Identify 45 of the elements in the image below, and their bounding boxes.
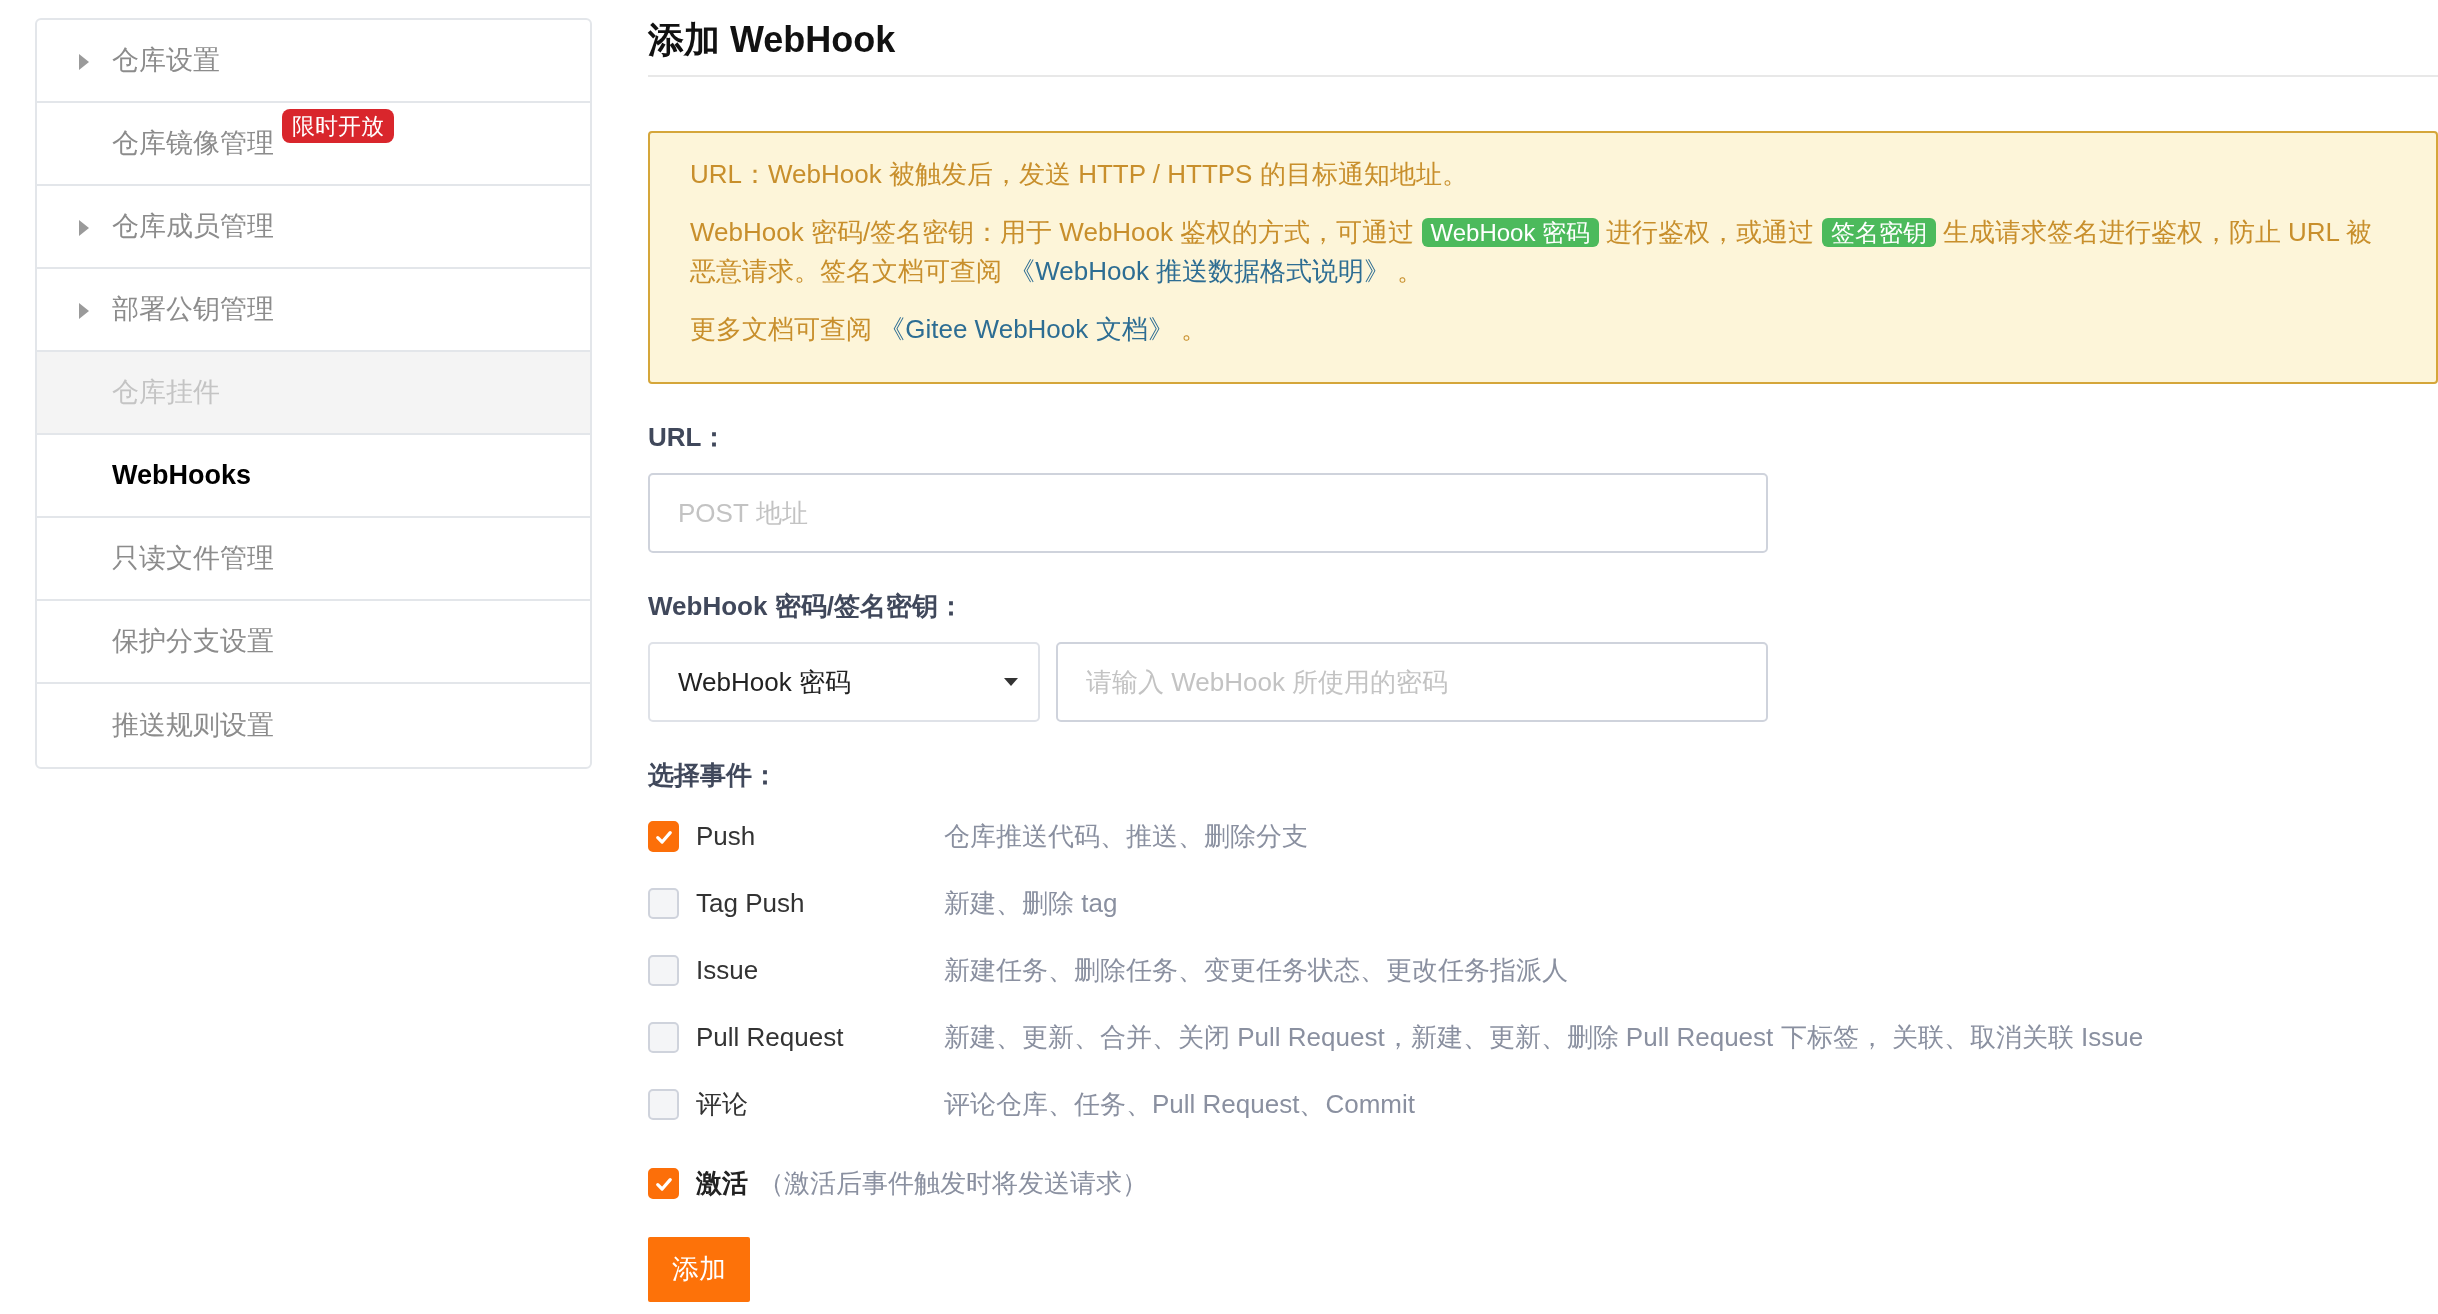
- caret-icon[interactable]: [79, 54, 89, 70]
- password-field[interactable]: 请输入 WebHook 所使用的密码: [1056, 642, 1768, 723]
- badge-label: 限时开放: [282, 109, 394, 143]
- checkbox[interactable]: [648, 1089, 679, 1121]
- page-title: 添加 WebHook: [648, 18, 2438, 78]
- activate-label: 激活: [696, 1167, 748, 1201]
- checkbox[interactable]: [648, 821, 679, 853]
- checkbox[interactable]: [648, 1168, 679, 1200]
- caret-icon: [1004, 678, 1018, 687]
- sidebar-item[interactable]: 仓库成员管理: [37, 186, 590, 269]
- checkbox[interactable]: [648, 888, 679, 920]
- tag-label: 签名密钥: [1821, 218, 1936, 248]
- sidebar-item[interactable]: WebHooks: [37, 435, 590, 518]
- notice-text: WebHook 密码/签名密钥：用于 WebHook 鉴权的方式，可通过 WebHook 密码 进行鉴权，或通过 签名密钥 生成请求签名进行鉴权，防止 URL 被恶意请求。签名文档可查阅 《WebHook 推送数据格式说明》 。: [690, 216, 2374, 289]
- notice-text: 更多文档可查阅 《Gitee WebHook 文档》 。: [690, 313, 1208, 347]
- event-label: Pull Request: [696, 1021, 845, 1055]
- event-description: 评论仓库、任务、Pull Request、Commit: [944, 1088, 1415, 1122]
- doc-link[interactable]: 《Gitee WebHook 文档》: [879, 314, 1174, 345]
- checkbox[interactable]: [648, 955, 679, 987]
- event-description: 新建、更新、合并、关闭 Pull Request，新建、更新、删除 Pull Request 下标签， 关联、取消关联 Issue: [944, 1021, 2144, 1055]
- caret-icon[interactable]: [79, 303, 89, 319]
- event-description: 新建任务、删除任务、变更任务状态、更改任务指派人: [944, 954, 1568, 988]
- url-field[interactable]: POST 地址: [648, 473, 1768, 554]
- field-label: 选择事件：: [648, 759, 779, 793]
- sidebar-item[interactable]: 仓库镜像管理 限时开放: [37, 103, 590, 186]
- activate-note: （激活后事件触发时将发送请求）: [758, 1167, 1148, 1201]
- doc-link[interactable]: 《WebHook 推送数据格式说明》: [1009, 256, 1391, 287]
- sidebar-item[interactable]: 仓库设置: [37, 20, 590, 103]
- sidebar-item[interactable]: 只读文件管理: [37, 518, 590, 601]
- submit-button[interactable]: 添加: [648, 1237, 750, 1302]
- sidebar-item[interactable]: 保护分支设置: [37, 601, 590, 684]
- tag-label: WebHook 密码: [1421, 218, 1600, 248]
- event-label: 评论: [696, 1088, 749, 1122]
- event-description: 新建、删除 tag: [944, 887, 1118, 921]
- sidebar-item[interactable]: 推送规则设置: [37, 684, 590, 767]
- event-label: Tag Push: [696, 887, 806, 921]
- event-description: 仓库推送代码、推送、删除分支: [944, 820, 1308, 854]
- event-label: Issue: [696, 954, 760, 988]
- checkbox[interactable]: [648, 1022, 679, 1054]
- caret-icon[interactable]: [79, 220, 89, 236]
- field-label: WebHook 密码/签名密钥：: [648, 590, 965, 624]
- type-select[interactable]: WebHook 密码: [648, 642, 1040, 723]
- event-label: Push: [696, 820, 757, 854]
- field-label: URL：: [648, 421, 729, 455]
- notice-text: URL：WebHook 被触发后，发送 HTTP / HTTPS 的目标通知地址。: [690, 158, 1469, 192]
